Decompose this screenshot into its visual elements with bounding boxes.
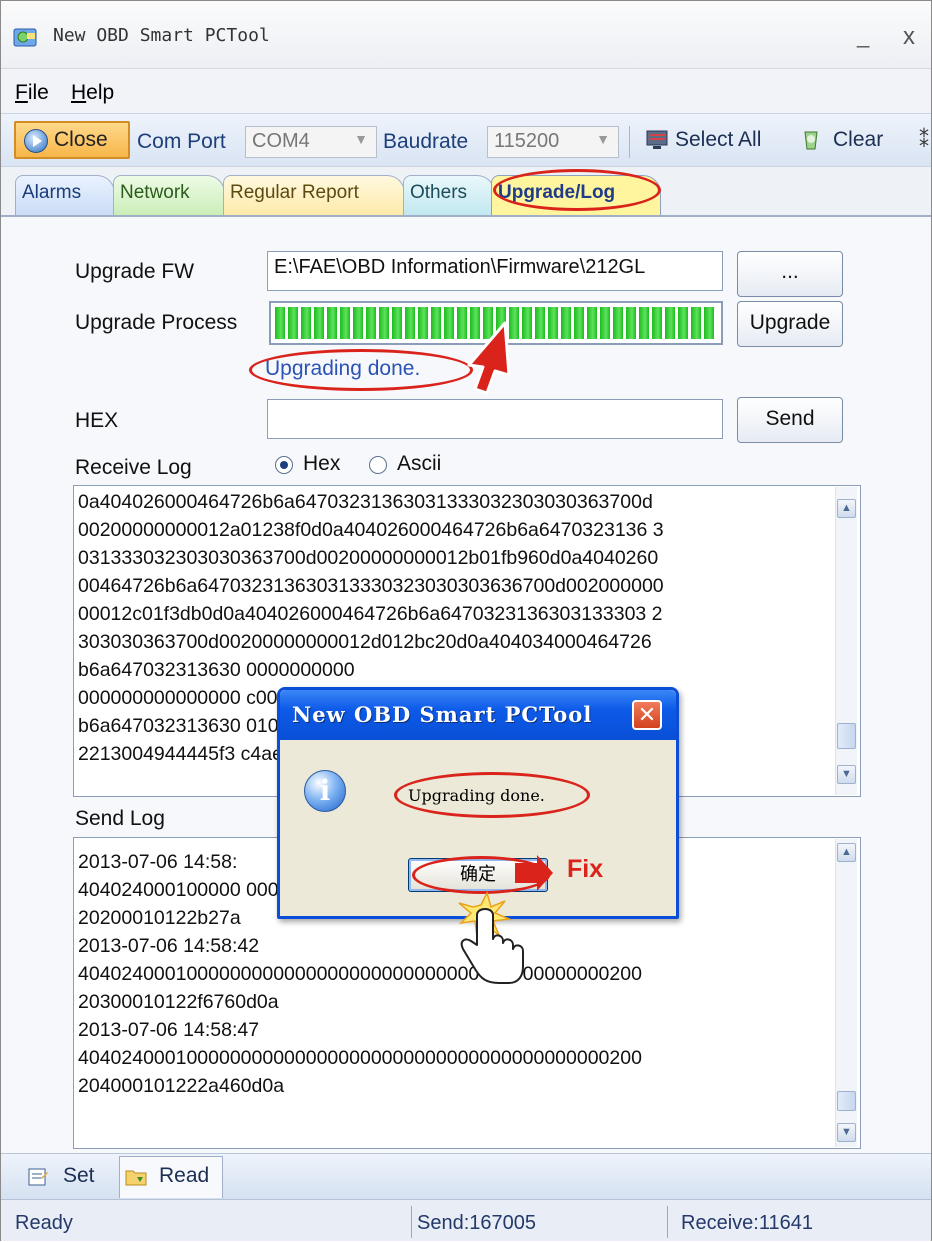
annotation-overlay bbox=[458, 321, 553, 984]
arrow-right-icon bbox=[515, 855, 553, 891]
pointer-arrow-icon bbox=[467, 321, 511, 395]
app-window: New OBD Smart PCTool _ x File Help Close… bbox=[0, 0, 932, 1241]
